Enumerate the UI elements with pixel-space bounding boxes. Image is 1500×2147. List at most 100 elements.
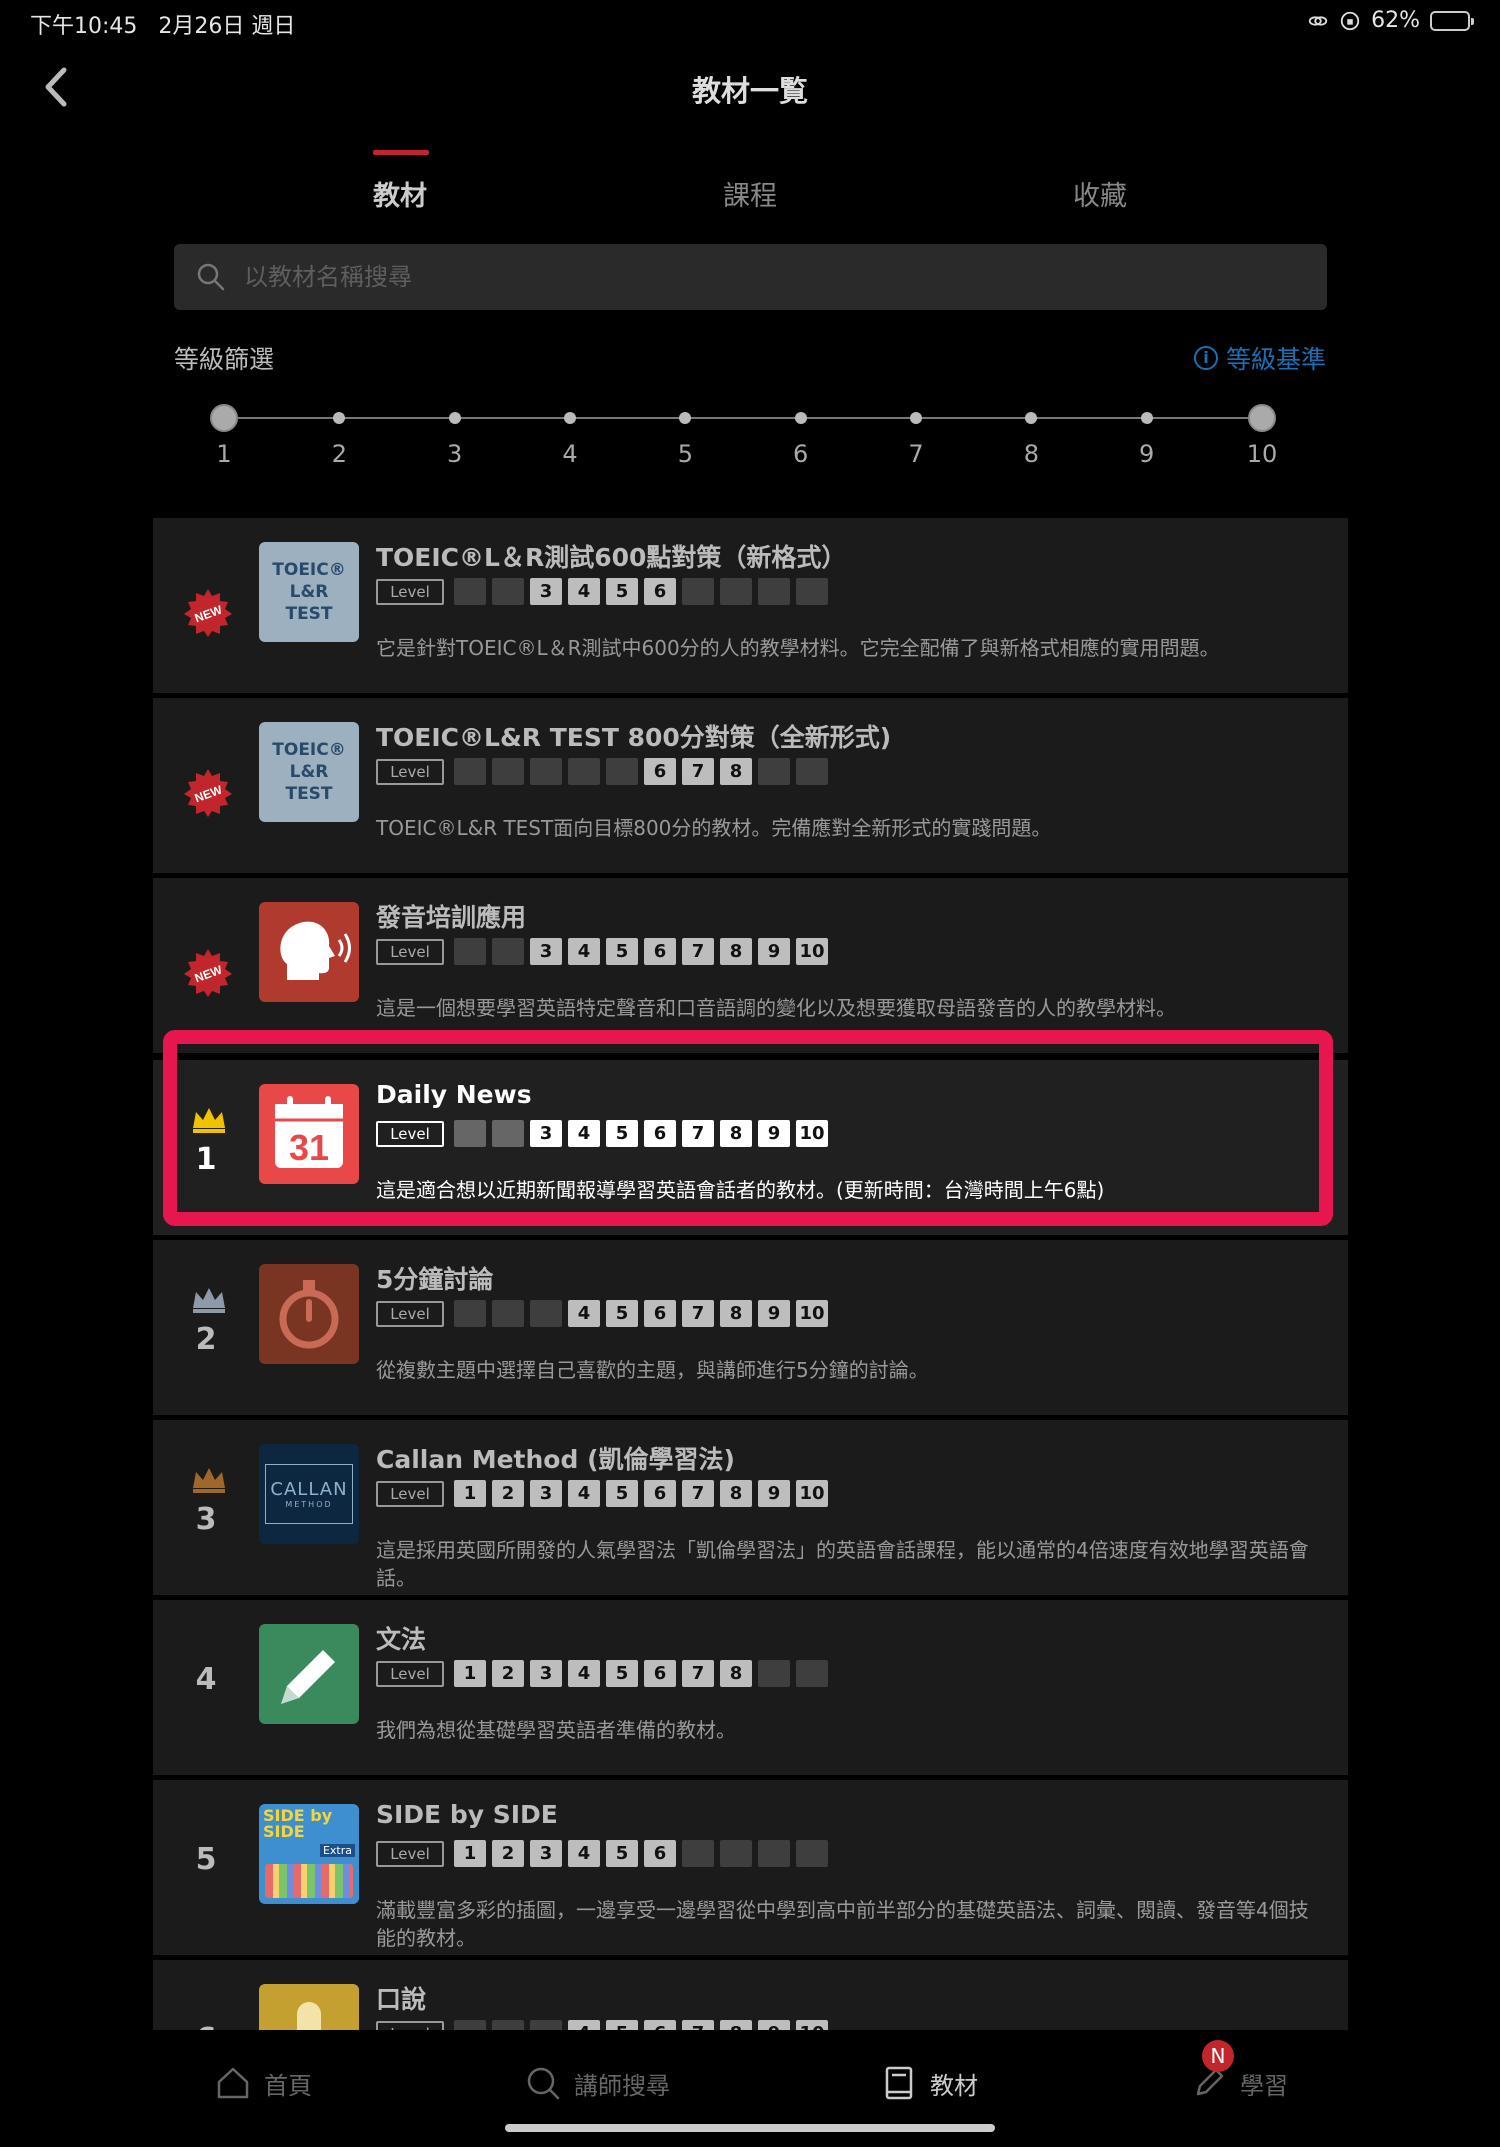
level-box: 8 xyxy=(720,1300,752,1327)
home-indicator[interactable] xyxy=(505,2124,995,2132)
level-box: 8 xyxy=(720,1480,752,1507)
slider-level-label: 3 xyxy=(447,440,463,468)
level-box xyxy=(530,758,562,785)
toeic-logo: TOEIC® L&R TEST xyxy=(272,560,346,624)
material-row[interactable]: 3 CALLAN METHOD Callan Method (凱倫學習法) Level 1… xyxy=(153,1420,1348,1595)
level-box xyxy=(758,578,790,605)
level-tag: Level xyxy=(376,1840,444,1867)
material-row[interactable]: 2 5分鐘討論 Level 4 5 6 7 8 9 10 從複數主題中選擇自己喜歡的主題，與講師進行… xyxy=(153,1240,1348,1415)
new-badge-icon: NEW xyxy=(184,769,232,817)
nav-materials-label: 教材 xyxy=(930,2071,978,2100)
nav-study[interactable]: 學習 xyxy=(1190,2064,1288,2102)
search-box[interactable] xyxy=(174,244,1327,310)
level-box: 7 xyxy=(682,758,714,785)
nav-materials[interactable]: 教材 xyxy=(880,2064,978,2102)
level-criteria-link[interactable]: i 等級基準 xyxy=(1193,340,1326,376)
level-box xyxy=(682,1840,714,1867)
material-row[interactable]: 5 SIDE by SIDE Extra SIDE by SIDE Level 1 2 3 4 5… xyxy=(153,1780,1348,1955)
level-box: 4 xyxy=(568,578,600,605)
level-box xyxy=(492,578,524,605)
level-box xyxy=(492,758,524,785)
level-box: 8 xyxy=(720,1120,752,1147)
level-box: 6 xyxy=(644,1300,676,1327)
slider-stop xyxy=(794,412,807,424)
level-box: 5 xyxy=(606,1840,638,1867)
level-box xyxy=(454,938,486,965)
slider-level-label: 5 xyxy=(677,440,693,468)
slider-level-label: 6 xyxy=(793,440,809,468)
material-thumbnail xyxy=(259,1264,359,1364)
nav-home-label: 首頁 xyxy=(264,2071,312,2100)
material-thumbnail: TOEIC® L&R TEST xyxy=(259,722,359,822)
level-box: 7 xyxy=(682,2020,714,2030)
level-box xyxy=(796,578,828,605)
slider-level-label: 1 xyxy=(216,440,232,468)
level-indicator: Level 3 4 5 6 xyxy=(376,578,828,605)
level-tag: Level xyxy=(376,938,444,965)
slider-thumb[interactable] xyxy=(210,404,238,432)
battery-percent: 62% xyxy=(1371,8,1420,33)
level-box: 3 xyxy=(530,1660,562,1687)
material-row[interactable]: 4 文法 Level 1 2 3 4 5 6 7 8 我們為想從基礎學習英語者準備的教材。 xyxy=(153,1600,1348,1775)
level-indicator: Level 1 2 3 4 5 6 xyxy=(376,1840,828,1867)
rank-area: NEW xyxy=(153,518,253,693)
new-badge-icon: NEW xyxy=(184,589,232,637)
slider-level-label: 4 xyxy=(562,440,578,468)
side-by-side-logo: SIDE by SIDE xyxy=(263,1806,333,1841)
level-indicator: Level 1 2 3 4 5 6 7 8 xyxy=(376,1660,828,1687)
level-box: 7 xyxy=(682,1120,714,1147)
material-row[interactable]: NEW TOEIC® L&R TEST TOEIC®L&R TEST 800分對策（… xyxy=(153,698,1348,873)
material-row[interactable]: 6口說Level45678910 xyxy=(153,1960,1348,2030)
material-thumbnail: 31 xyxy=(259,1084,359,1184)
tab-materials[interactable]: 教材 xyxy=(300,174,500,213)
level-slider[interactable]: 1 2 3 4 5 6 7 8 9 10 xyxy=(210,400,1277,470)
material-description: 這是採用英國所開發的人氣學習法「凱倫學習法」的英語會話課程，能以通常的4倍速度有… xyxy=(376,1538,1309,1590)
level-box: 6 xyxy=(644,758,676,785)
level-box: 10 xyxy=(796,1120,828,1147)
material-thumbnail: SIDE by SIDE Extra xyxy=(259,1804,359,1904)
level-box xyxy=(758,1840,790,1867)
toeic-logo: TOEIC® L&R TEST xyxy=(272,740,346,804)
tab-courses[interactable]: 課程 xyxy=(650,174,850,213)
nav-study-label: 學習 xyxy=(1240,2071,1288,2100)
level-box: 4 xyxy=(568,1300,600,1327)
level-tag: Level xyxy=(376,758,444,785)
level-box xyxy=(492,1120,524,1147)
callan-logo: CALLAN xyxy=(270,1479,348,1500)
rank-number: 1 xyxy=(195,1142,217,1177)
level-box xyxy=(492,2020,524,2030)
material-row[interactable]: 1 31 Daily News Level 3 4 5 6 7 8 9 10 這是適合想以近期新聞報導學… xyxy=(153,1060,1348,1235)
level-box xyxy=(758,758,790,785)
page-title: 教材一覧 xyxy=(691,74,808,108)
level-box xyxy=(796,1660,828,1687)
slider-level-label: 9 xyxy=(1139,440,1155,468)
rank-area: NEW xyxy=(153,878,253,1053)
microphone-icon xyxy=(259,1984,359,2030)
crown-icon xyxy=(193,1108,225,1133)
slider-thumb[interactable] xyxy=(1248,404,1276,432)
level-box: 6 xyxy=(644,1120,676,1147)
level-box: 3 xyxy=(530,1840,562,1867)
rank-area: 1 xyxy=(153,1060,253,1235)
level-box: 7 xyxy=(682,1660,714,1687)
nav-teacher-search[interactable]: 講師搜尋 xyxy=(524,2064,670,2102)
material-row[interactable]: NEW 發音培訓應用 Level 3 4 5 6 7 8 9 10 這是一個想要學習英語特定聲音和口音… xyxy=(153,878,1348,1053)
material-title: 口說 xyxy=(376,1985,427,2014)
battery-icon xyxy=(1430,10,1474,31)
callan-subtitle: METHOD xyxy=(285,1500,333,1509)
calendar-icon: 31 xyxy=(259,1084,359,1184)
level-box: 6 xyxy=(644,578,676,605)
level-box: 2 xyxy=(492,1660,524,1687)
slider-stop xyxy=(564,412,576,424)
level-box: 5 xyxy=(606,938,638,965)
level-box: 9 xyxy=(758,1120,790,1147)
material-row[interactable]: NEW TOEIC® L&R TEST TOEIC®L＆R測試600點對策（新格式）… xyxy=(153,518,1348,693)
search-input[interactable] xyxy=(244,263,1294,291)
level-box: 4 xyxy=(568,1660,600,1687)
material-thumbnail xyxy=(259,1984,359,2030)
tab-favorites[interactable]: 收藏 xyxy=(1000,174,1200,213)
nav-home[interactable]: 首頁 xyxy=(214,2064,312,2102)
level-box: 3 xyxy=(530,1480,562,1507)
level-box: 5 xyxy=(606,578,638,605)
level-box xyxy=(720,578,752,605)
